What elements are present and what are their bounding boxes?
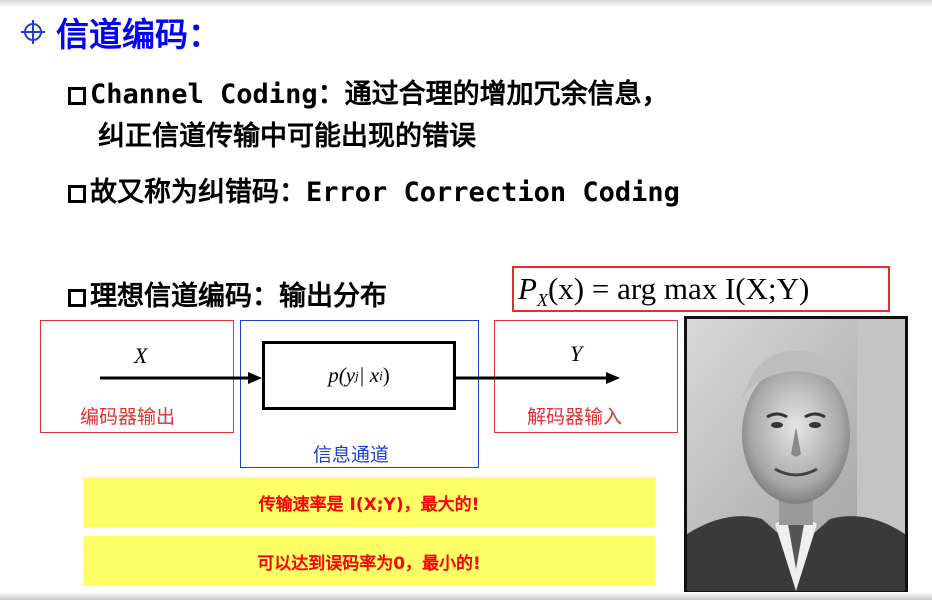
bullet-1-continuation: 纠正信道传输中可能出现的错误 (98, 121, 476, 152)
portrait-image (687, 319, 905, 591)
bullet-box-icon (68, 185, 86, 203)
bullet-box-icon (68, 289, 86, 307)
bullet-ideal-coding: 理想信道编码：输出分布 (68, 274, 387, 313)
title-text: 信道编码： (56, 15, 221, 54)
bullet-2-term: Error Correction Coding (306, 177, 680, 208)
top-decor-bar (0, 0, 932, 7)
bullet-channel-coding: Channel Coding：通过合理的增加冗余信息， (68, 72, 669, 111)
formula: PX(x) = arg max I(X;Y) (518, 266, 809, 323)
formula-lhs-var: P (518, 271, 537, 306)
highlight-max-rate-text: 传输速率是 I(X;Y)，最大的! (258, 494, 480, 515)
bullet-2-text: 故又称为纠错码： (90, 177, 306, 208)
encoder-output-label: 编码器输出 (80, 406, 176, 428)
channel-transition-block: p(y j | x i) (262, 341, 456, 410)
highlight-min-error-text: 可以达到误码率为0，最小的! (257, 553, 481, 574)
bottom-decor-bar (0, 592, 932, 600)
channel-label: 信息通道 (313, 444, 390, 466)
portrait-photo (684, 316, 908, 594)
slide-title: 信道编码： (20, 10, 221, 54)
highlight-max-rate: 传输速率是 I(X;Y)，最大的! (83, 477, 655, 527)
bullet-3-text: 理想信道编码：输出分布 (90, 281, 387, 312)
output-variable: Y (570, 341, 583, 366)
formula-lhs-arg: (x) (547, 271, 585, 306)
channel-mid: | x (358, 363, 380, 387)
bullet-box-icon (68, 87, 86, 105)
channel-func: p(y (328, 363, 356, 387)
formula-lhs-sub: X (536, 290, 548, 311)
crosshair-icon (21, 20, 45, 44)
decoder-input-label: 解码器输入 (527, 406, 623, 428)
bullet-error-correction: 故又称为纠错码：Error Correction Coding (68, 170, 680, 209)
bullet-1-term: Channel Coding (90, 79, 318, 110)
input-variable: X (134, 343, 148, 368)
formula-rhs: = arg max I(X;Y) (591, 271, 810, 306)
bullet-1-text: ：通过合理的增加冗余信息， (317, 79, 669, 110)
highlight-min-error: 可以达到误码率为0，最小的! (83, 536, 655, 586)
channel-end: ) (382, 363, 390, 387)
